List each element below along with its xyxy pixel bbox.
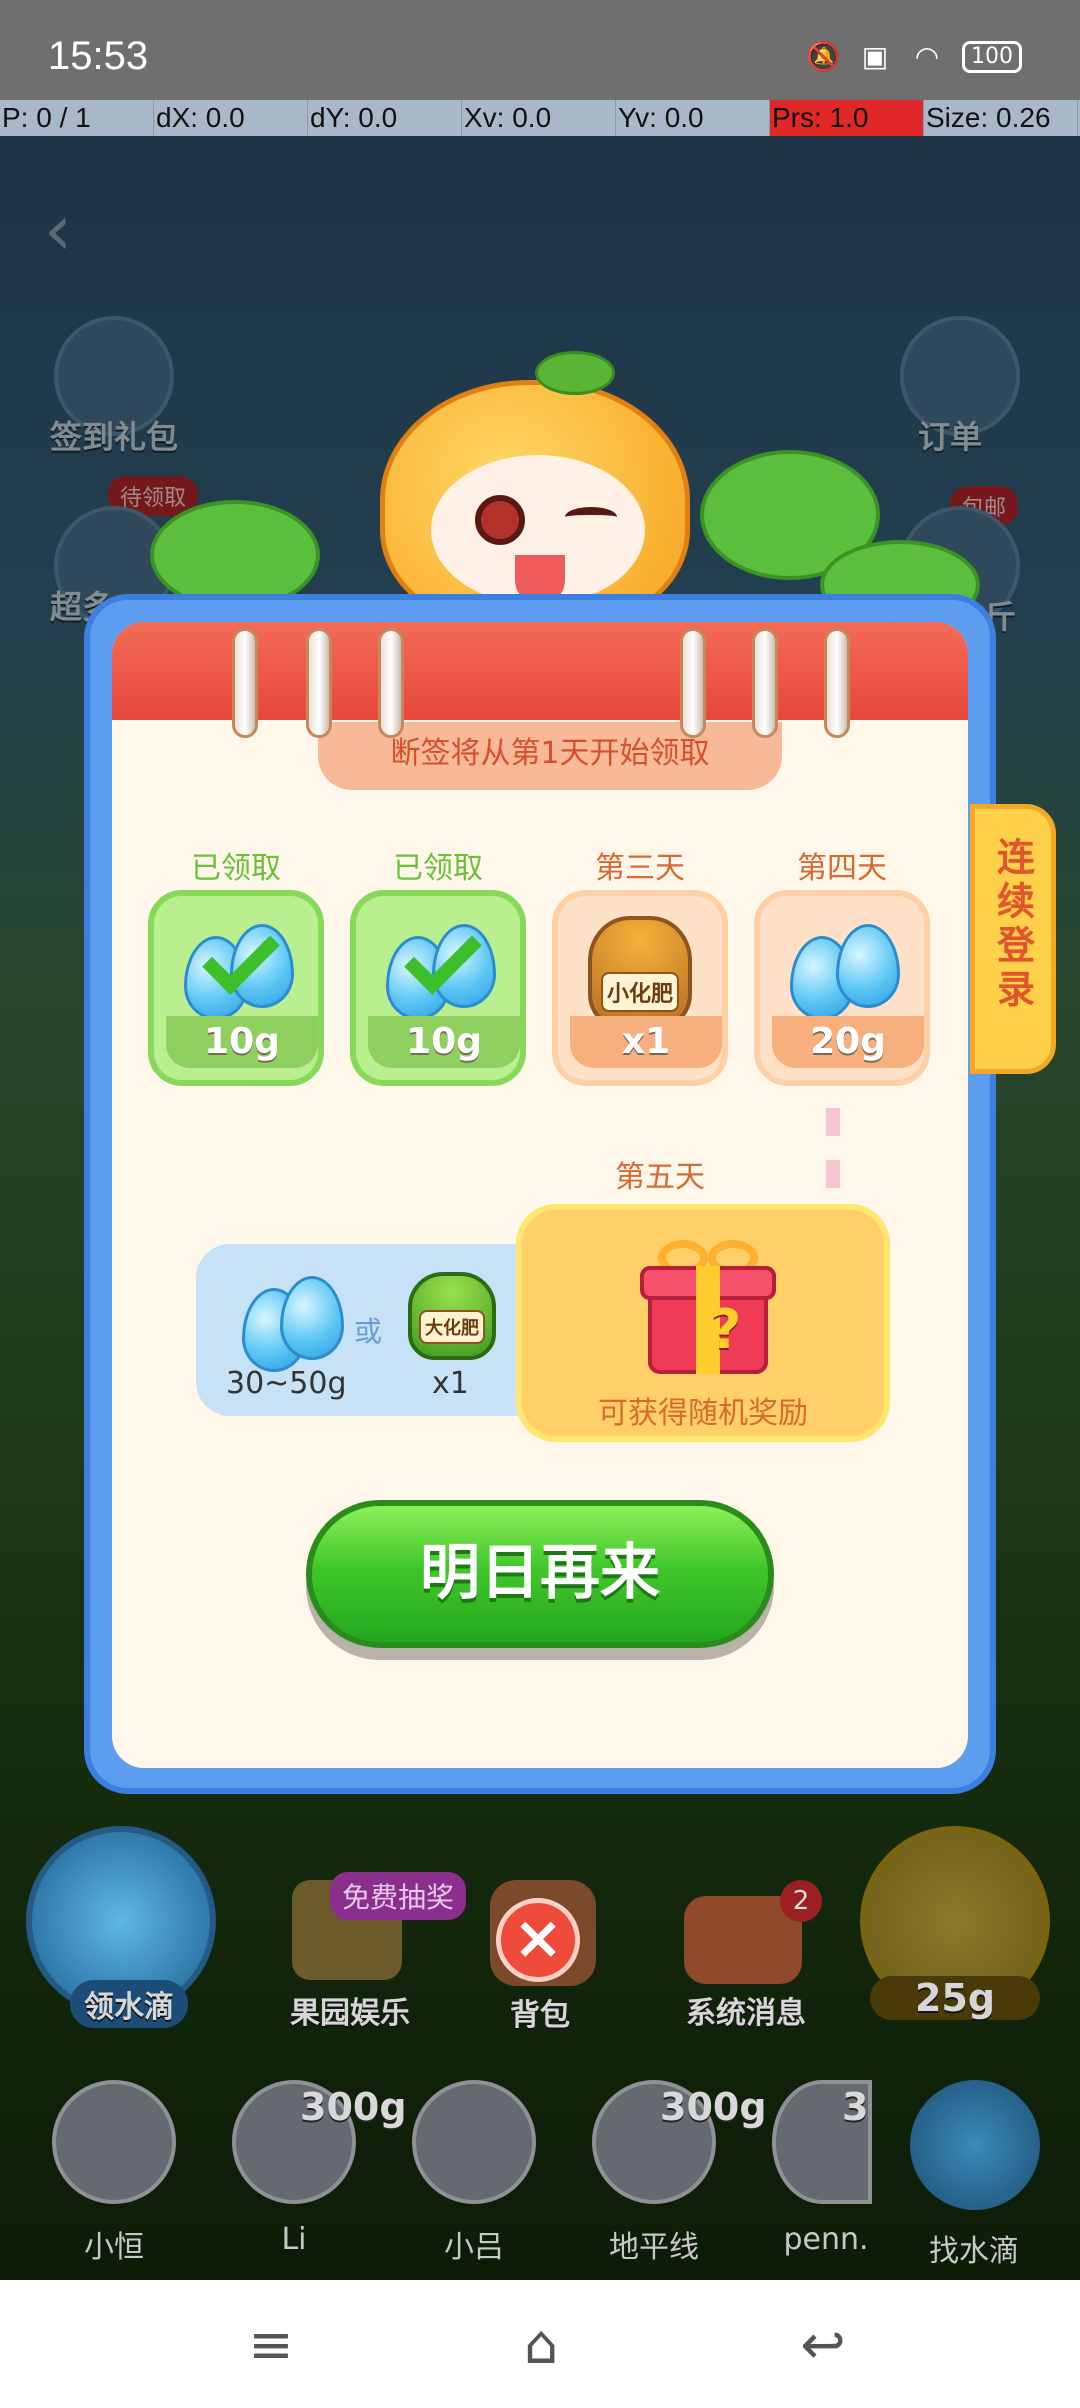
friend-avatar[interactable]: [412, 2080, 536, 2204]
back-icon[interactable]: ↩: [788, 2310, 858, 2380]
binder-ring: [378, 628, 404, 738]
pointer-debug-bar: P: 0 / 1 dX: 0.0 dY: 0.0 Xv: 0.0 Yv: 0.0…: [0, 100, 1080, 136]
friend-name: Li: [281, 2222, 307, 2257]
battery-icon: 100: [962, 41, 1022, 73]
watering-can-amount: 25g: [870, 1976, 1040, 2020]
friend-name: 小恒: [84, 2230, 144, 2265]
small-fertilizer-icon: 小化肥: [588, 916, 692, 1028]
binder-ring: [232, 628, 258, 738]
mascot-eye: [475, 495, 525, 545]
message-count-badge: 2: [780, 1880, 822, 1922]
reward-amount: 20g: [772, 1016, 924, 1068]
system-nav-bar: ≡ ⌂ ↩: [0, 2280, 1080, 2408]
debug-pointer: P: 0 / 1: [0, 100, 154, 136]
water-drop-icon: [280, 1276, 344, 1360]
fertilizer-tag: 小化肥: [600, 972, 680, 1012]
home-icon[interactable]: ⌂: [506, 2310, 576, 2380]
binder-ring: [680, 628, 706, 738]
status-icons: 🔕 ▣ ◠ 100: [806, 40, 1022, 74]
day-status-label: 已领取: [393, 851, 483, 886]
find-water-label: 找水滴: [929, 2234, 1019, 2269]
friend-water-amount: 300g: [300, 2085, 407, 2129]
reward-day-3: 第三天 小化肥 x1: [552, 848, 728, 1086]
reward-amount: 10g: [166, 1016, 318, 1068]
backpack-label: 背包: [510, 1998, 570, 2033]
reward-day-1: 已领取 10g: [148, 848, 324, 1086]
fertilizer-amount: x1: [432, 1366, 469, 1401]
sim-icon: ▣: [861, 40, 889, 73]
reward-card: 10g: [350, 890, 526, 1086]
bell-off-icon: 🔕: [806, 40, 841, 73]
free-lottery-badge: 免费抽奖: [330, 1872, 467, 1920]
debug-yv: Yv: 0.0: [616, 100, 770, 136]
reward-day-4: 第四天 20g: [754, 848, 930, 1086]
find-water-button[interactable]: [910, 2080, 1040, 2210]
debug-size: Size: 0.26: [924, 100, 1078, 136]
friend-water-amount: 300g: [660, 2085, 767, 2129]
close-dialog-button[interactable]: ×: [496, 1898, 580, 1982]
day-5-reward-options: 30~50g 或 大化肥 x1: [196, 1244, 572, 1416]
system-messages-label: 系统消息: [686, 1996, 806, 2031]
status-bar: 15:53 🔕 ▣ ◠ 100: [0, 0, 1080, 100]
day-status-label: 第三天: [595, 851, 685, 886]
day-5-reward-card: ? 可获得随机奖励: [516, 1204, 890, 1442]
come-back-tomorrow-button[interactable]: 明日再来: [306, 1500, 774, 1648]
reward-card: 20g: [754, 890, 930, 1086]
reward-amount: 10g: [368, 1016, 520, 1068]
friend-water-amount: 3: [842, 2085, 869, 2129]
binder-ring: [824, 628, 850, 738]
friend-name: 小吕: [444, 2230, 504, 2265]
friend-name: 地平线: [609, 2230, 699, 2265]
friend-name: penn.: [783, 2222, 869, 2257]
question-mark-icon: ?: [710, 1298, 742, 1361]
consecutive-login-label: 连续登录: [990, 837, 1035, 1013]
debug-dx: dX: 0.0: [154, 100, 308, 136]
orchard-fun-label: 果园娱乐: [290, 1996, 410, 2031]
water-range: 30~50g: [226, 1366, 347, 1401]
reward-card: 小化肥 x1: [552, 890, 728, 1086]
water-drop-icon: [836, 924, 900, 1008]
day-5-label: 第五天: [615, 1160, 705, 1195]
status-time: 15:53: [48, 34, 149, 78]
fertilizer-tag: 大化肥: [419, 1310, 485, 1344]
reward-day-2: 已领取 10g: [350, 848, 526, 1086]
mascot-leaf: [535, 351, 615, 395]
binder-ring: [306, 628, 332, 738]
close-icon: ×: [512, 1903, 564, 1973]
debug-pressure: Prs: 1.0: [770, 100, 924, 136]
or-separator: 或: [354, 1315, 383, 1348]
gift-box-icon: ?: [640, 1240, 776, 1376]
day-status-label: 已领取: [191, 851, 281, 886]
debug-dy: dY: 0.0: [308, 100, 462, 136]
come-back-tomorrow-label: 明日再来: [420, 1538, 660, 1608]
debug-xv: Xv: 0.0: [462, 100, 616, 136]
wifi-icon: ◠: [914, 40, 940, 73]
mascot-orange: [380, 351, 690, 630]
reward-amount: x1: [570, 1016, 722, 1068]
binder-ring: [752, 628, 778, 738]
day-connector: [826, 1108, 840, 1188]
mascot-wink: [565, 507, 617, 527]
big-fertilizer-icon: 大化肥: [408, 1272, 496, 1360]
friend-avatar[interactable]: [52, 2080, 176, 2204]
random-reward-note: 可获得随机奖励: [598, 1396, 808, 1431]
day-status-label: 第四天: [797, 851, 887, 886]
menu-icon[interactable]: ≡: [236, 2310, 306, 2380]
reward-card: 10g: [148, 890, 324, 1086]
collect-water-label: 领水滴: [70, 1980, 188, 2028]
consecutive-login-tab: 连续登录: [970, 804, 1056, 1074]
